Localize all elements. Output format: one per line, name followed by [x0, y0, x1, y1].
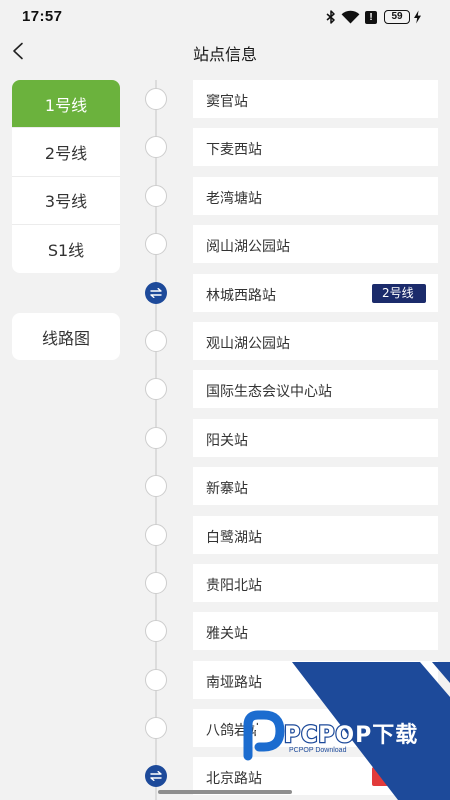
station-node — [145, 378, 167, 401]
header-bar: 站点信息 — [0, 34, 450, 68]
page-title: 站点信息 — [192, 45, 257, 64]
station-card[interactable]: 雅关站 — [193, 612, 438, 651]
station-name: 窦官站 — [206, 94, 248, 110]
station-name: 雅关站 — [206, 626, 248, 643]
station-name: 林城西路站 — [206, 287, 276, 304]
station-name: 新寨站 — [206, 481, 248, 498]
station-node — [145, 233, 167, 256]
station-node — [145, 620, 167, 643]
station-row[interactable]: 雅关站 — [0, 612, 450, 660]
station-name: 阳关站 — [206, 432, 248, 449]
status-bar: 17:57 ! 59 — [0, 0, 450, 34]
station-card[interactable]: 新寨站 — [193, 467, 438, 506]
station-card[interactable]: 下麦西站 — [193, 128, 438, 167]
station-node — [145, 523, 167, 546]
charging-icon — [414, 10, 421, 24]
station-card[interactable]: 老湾塘站 — [193, 176, 438, 215]
station-card[interactable]: 窦官站 — [193, 80, 438, 118]
station-name: 北京路站 — [206, 771, 262, 788]
station-card[interactable]: 国际生态会议中心站 — [193, 370, 438, 409]
station-row[interactable]: 阳关站 — [0, 418, 450, 467]
station-name: 阅山湖公园站 — [206, 239, 290, 256]
station-node — [145, 426, 167, 449]
station-name: 白鹭湖站 — [206, 529, 262, 546]
battery-icon: 59 — [384, 10, 410, 24]
station-card[interactable]: 八鸽岩站 — [193, 709, 438, 748]
station-node — [145, 329, 167, 352]
station-row[interactable]: 林城西路站 2号线 — [0, 273, 450, 322]
station-list[interactable]: 窦官站 下麦西站 老湾塘站 阅山湖公园站 林城西路站 2号线 观山湖公园站 国际… — [0, 80, 450, 800]
transfer-icon — [145, 765, 167, 788]
station-row[interactable]: 南垭路站 — [0, 660, 450, 709]
station-row[interactable]: 阅山湖公园站 — [0, 225, 450, 273]
transfer-line-badge: 2号线 — [372, 283, 426, 303]
bluetooth-icon — [326, 10, 335, 24]
station-card[interactable]: 阳关站 — [193, 418, 438, 457]
station-node — [145, 475, 167, 498]
home-indicator[interactable] — [158, 790, 292, 794]
station-row[interactable]: 贵阳北站 — [0, 563, 450, 612]
station-name: 观山湖公园站 — [206, 335, 290, 352]
station-name: 国际生态会议中心站 — [206, 384, 332, 401]
station-card[interactable]: 观山湖公园站 — [193, 321, 438, 360]
station-row[interactable]: 白鹭湖站 — [0, 515, 450, 564]
station-row[interactable]: 八鸽岩站 — [0, 709, 450, 757]
station-row[interactable]: 国际生态会议中心站 — [0, 370, 450, 418]
wifi-icon — [341, 10, 360, 24]
station-row[interactable]: 下麦西站 — [0, 128, 450, 176]
station-node — [145, 136, 167, 159]
transfer-line-badge: 3 — [372, 767, 426, 787]
station-card[interactable]: 贵阳北站 — [193, 563, 438, 602]
status-time: 17:57 — [22, 8, 63, 25]
station-node — [145, 668, 167, 691]
station-row[interactable]: 新寨站 — [0, 467, 450, 515]
station-row[interactable]: 老湾塘站 — [0, 176, 450, 225]
transfer-icon — [145, 281, 167, 304]
station-card[interactable]: 阅山湖公园站 — [193, 225, 438, 264]
station-name: 贵阳北站 — [206, 577, 262, 594]
station-card[interactable]: 南垭路站 — [193, 660, 438, 699]
station-row[interactable]: 观山湖公园站 — [0, 321, 450, 370]
station-name: 下麦西站 — [206, 142, 262, 159]
station-node — [145, 184, 167, 207]
station-row[interactable]: 窦官站 — [0, 80, 450, 128]
station-name: 老湾塘站 — [206, 190, 262, 207]
station-name: 南垭路站 — [206, 674, 262, 691]
station-card[interactable]: 白鹭湖站 — [193, 515, 438, 554]
station-node — [145, 88, 167, 110]
alert-icon: ! — [365, 11, 377, 24]
station-node — [145, 717, 167, 740]
station-node — [145, 571, 167, 594]
station-name: 八鸽岩站 — [206, 723, 262, 740]
station-card[interactable]: 林城西路站 2号线 — [193, 273, 438, 312]
